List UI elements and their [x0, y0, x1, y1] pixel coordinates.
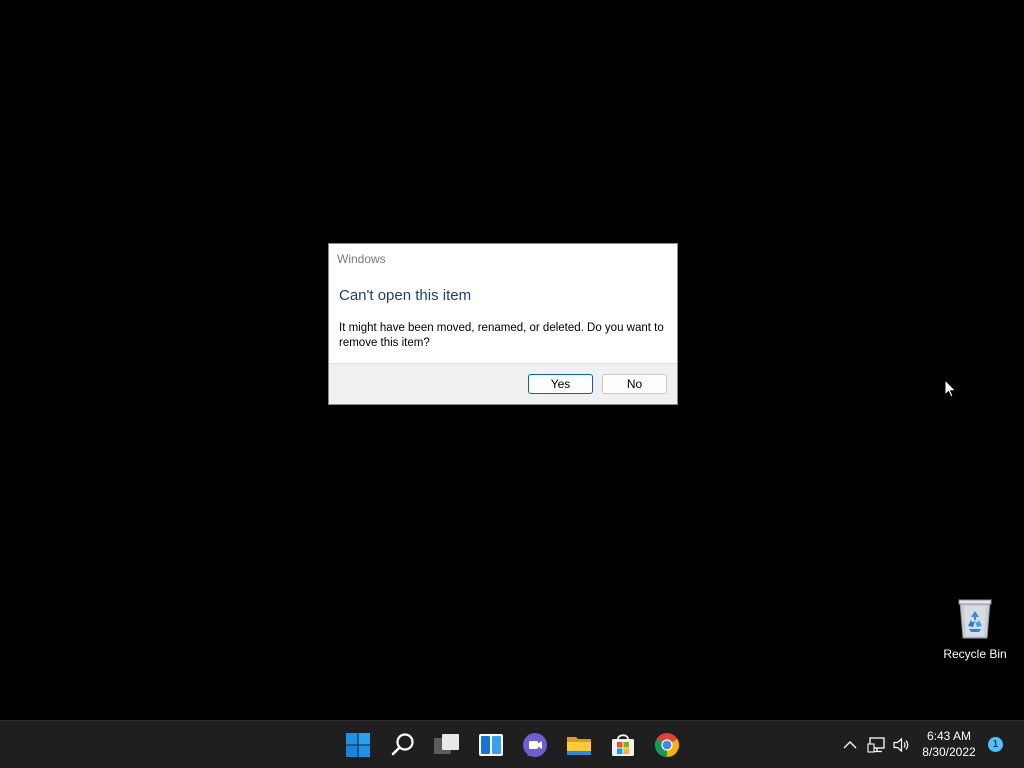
search-icon[interactable] [389, 731, 417, 759]
yes-button[interactable]: Yes [528, 374, 593, 394]
notification-badge[interactable]: 1 [988, 737, 1003, 752]
desktop: Windows Can't open this item It might ha… [0, 0, 1024, 720]
file-explorer-icon[interactable] [565, 731, 593, 759]
widgets-icon[interactable] [477, 731, 505, 759]
task-view-icon[interactable] [433, 731, 461, 759]
chrome-icon[interactable] [653, 731, 681, 759]
recycle-bin-icon [956, 596, 994, 640]
network-icon[interactable] [867, 735, 887, 755]
dialog-heading: Can't open this item [339, 287, 472, 304]
dialog-footer: Yes No [329, 363, 677, 404]
clock-date: 8/30/2022 [922, 745, 976, 759]
taskbar: 6:43 AM 8/30/2022 1 [0, 720, 1024, 768]
recycle-bin-shortcut[interactable]: Recycle Bin [940, 594, 1010, 666]
mouse-cursor-icon [944, 378, 958, 399]
dialog-title: Windows [337, 252, 386, 266]
microsoft-store-icon[interactable] [609, 731, 637, 759]
clock-time: 6:43 AM [926, 729, 972, 743]
teams-chat-icon[interactable] [521, 731, 549, 759]
chevron-up-icon[interactable] [840, 735, 860, 755]
start-icon[interactable] [344, 731, 372, 759]
volume-icon[interactable] [892, 735, 912, 755]
recycle-bin-label: Recycle Bin [943, 647, 1007, 661]
error-dialog: Windows Can't open this item It might ha… [328, 243, 678, 405]
system-clock[interactable]: 6:43 AM 8/30/2022 [916, 728, 982, 760]
no-button[interactable]: No [602, 374, 667, 394]
dialog-message: It might have been moved, renamed, or de… [339, 322, 664, 349]
